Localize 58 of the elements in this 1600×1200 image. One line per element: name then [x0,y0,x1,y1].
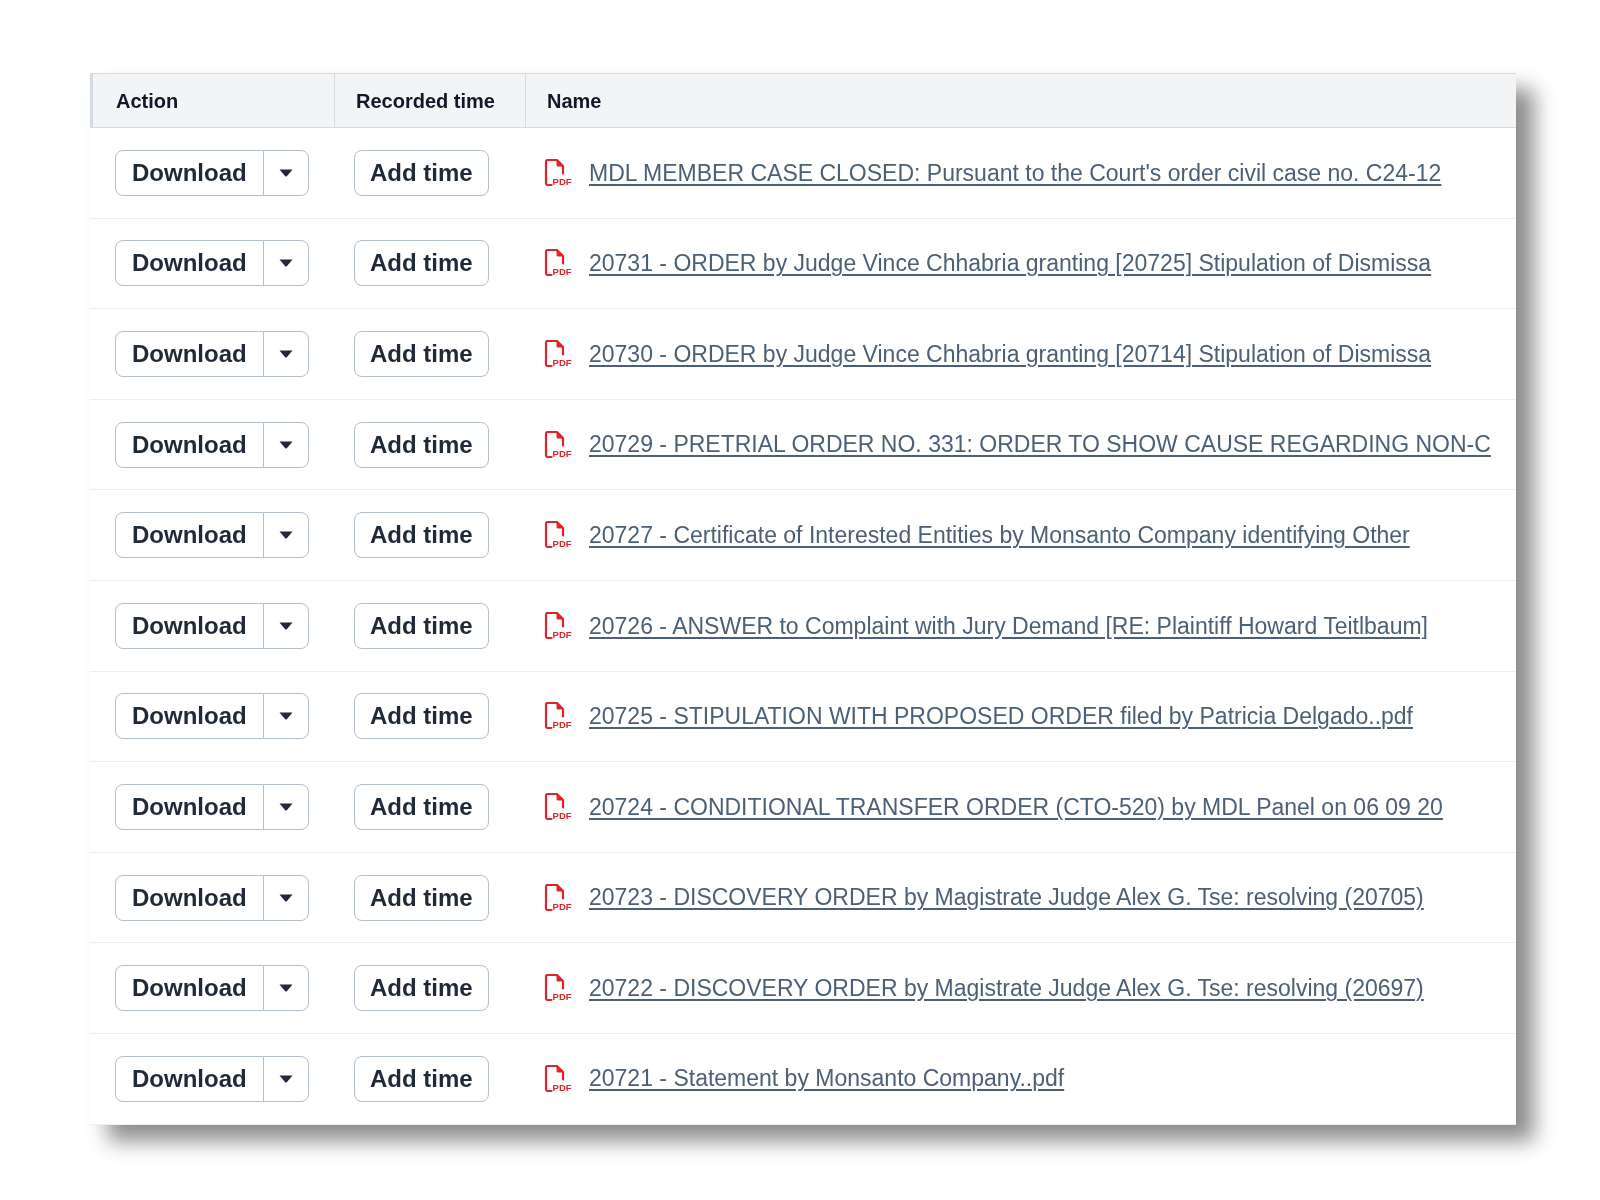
dropdown-toggle-button[interactable] [262,1055,309,1102]
download-button[interactable]: Download [115,149,264,196]
download-button[interactable]: Download [115,783,264,830]
caret-icon [278,802,293,811]
add-time-button[interactable]: Add time [354,602,489,649]
dropdown-toggle-button[interactable] [262,965,309,1012]
download-button[interactable]: Download [115,240,264,287]
caret-icon [278,531,293,540]
document-link[interactable]: 20727 - Certificate of Interested Entities by Monsanto Company identifying Other [589,517,1410,553]
add-time-button[interactable]: Add time [354,149,489,196]
download-button[interactable]: Download [115,421,264,468]
caret-icon [278,259,293,268]
column-header: Action [90,74,334,127]
dropdown-toggle-button[interactable] [262,874,309,921]
dropdown-toggle-button[interactable] [262,331,309,377]
download-button[interactable]: Download [115,693,264,740]
caret-icon [278,1074,293,1083]
document-link[interactable]: MDL MEMBER CASE CLOSED: Pursuant to the Court's order civil case no. C24-12 [589,155,1442,191]
add-time-button[interactable]: Add time [354,331,489,377]
add-time-button[interactable]: Add time [354,874,489,921]
document-link[interactable]: 20730 - ORDER by Judge Vince Chhabria granting [20714] Stipulation of Dismissa [589,336,1432,372]
download-button[interactable]: Download [115,602,264,649]
caret-icon [278,440,293,449]
add-time-button[interactable]: Add time [354,421,489,468]
document-link[interactable]: 20721 - Statement by Monsanto Company..pdf [589,1061,1065,1096]
caret-icon [278,712,293,721]
document-link[interactable]: 20723 - DISCOVERY ORDER by Magistrate Judge Alex G. Tse: resolving (20705) [589,880,1424,915]
add-time-button[interactable]: Add time [354,965,489,1012]
column-header: Name [525,74,1516,127]
add-time-button[interactable]: Add time [354,512,489,559]
download-button[interactable]: Download [115,331,264,377]
document-link[interactable]: 20724 - CONDITIONAL TRANSFER ORDER (CTO-520) by MDL Panel on 06 09 20 [589,789,1443,825]
document-link[interactable]: 20722 - DISCOVERY ORDER by Magistrate Judge Alex G. Tse: resolving (20697) [589,970,1424,1006]
column-header: Recorded time [334,74,525,127]
caret-icon [278,893,293,902]
dropdown-toggle-button[interactable] [262,602,309,649]
dropdown-toggle-button[interactable] [262,149,309,196]
dropdown-toggle-button[interactable] [262,240,309,287]
add-time-button[interactable]: Add time [354,783,489,830]
caret-icon [278,621,293,630]
add-time-button[interactable]: Add time [354,240,489,287]
download-button[interactable]: Download [115,874,264,921]
dropdown-toggle-button[interactable] [262,421,309,468]
dropdown-toggle-button[interactable] [262,512,309,559]
add-time-button[interactable]: Add time [354,693,489,740]
document-link[interactable]: 20731 - ORDER by Judge Vince Chhabria granting [20725] Stipulation of Dismissa [589,246,1432,281]
download-button[interactable]: Download [115,512,264,559]
caret-icon [278,350,293,358]
dropdown-toggle-button[interactable] [262,783,309,830]
dropdown-toggle-button[interactable] [262,693,309,740]
add-time-button[interactable]: Add time [354,1055,489,1102]
download-button[interactable]: Download [115,965,264,1012]
document-link[interactable]: 20726 - ANSWER to Complaint with Jury Demand [RE: Plaintiff Howard Teitlbaum] [589,608,1428,643]
document-link[interactable]: 20729 - PRETRIAL ORDER NO. 331: ORDER TO SHOW CAUSE REGARDING NON-C [589,427,1491,462]
caret-icon [278,168,293,177]
document-link[interactable]: 20725 - STIPULATION WITH PROPOSED ORDER filed by Patricia Delgado..pdf [589,699,1413,734]
download-button[interactable]: Download [115,1055,264,1102]
caret-icon [278,984,293,993]
